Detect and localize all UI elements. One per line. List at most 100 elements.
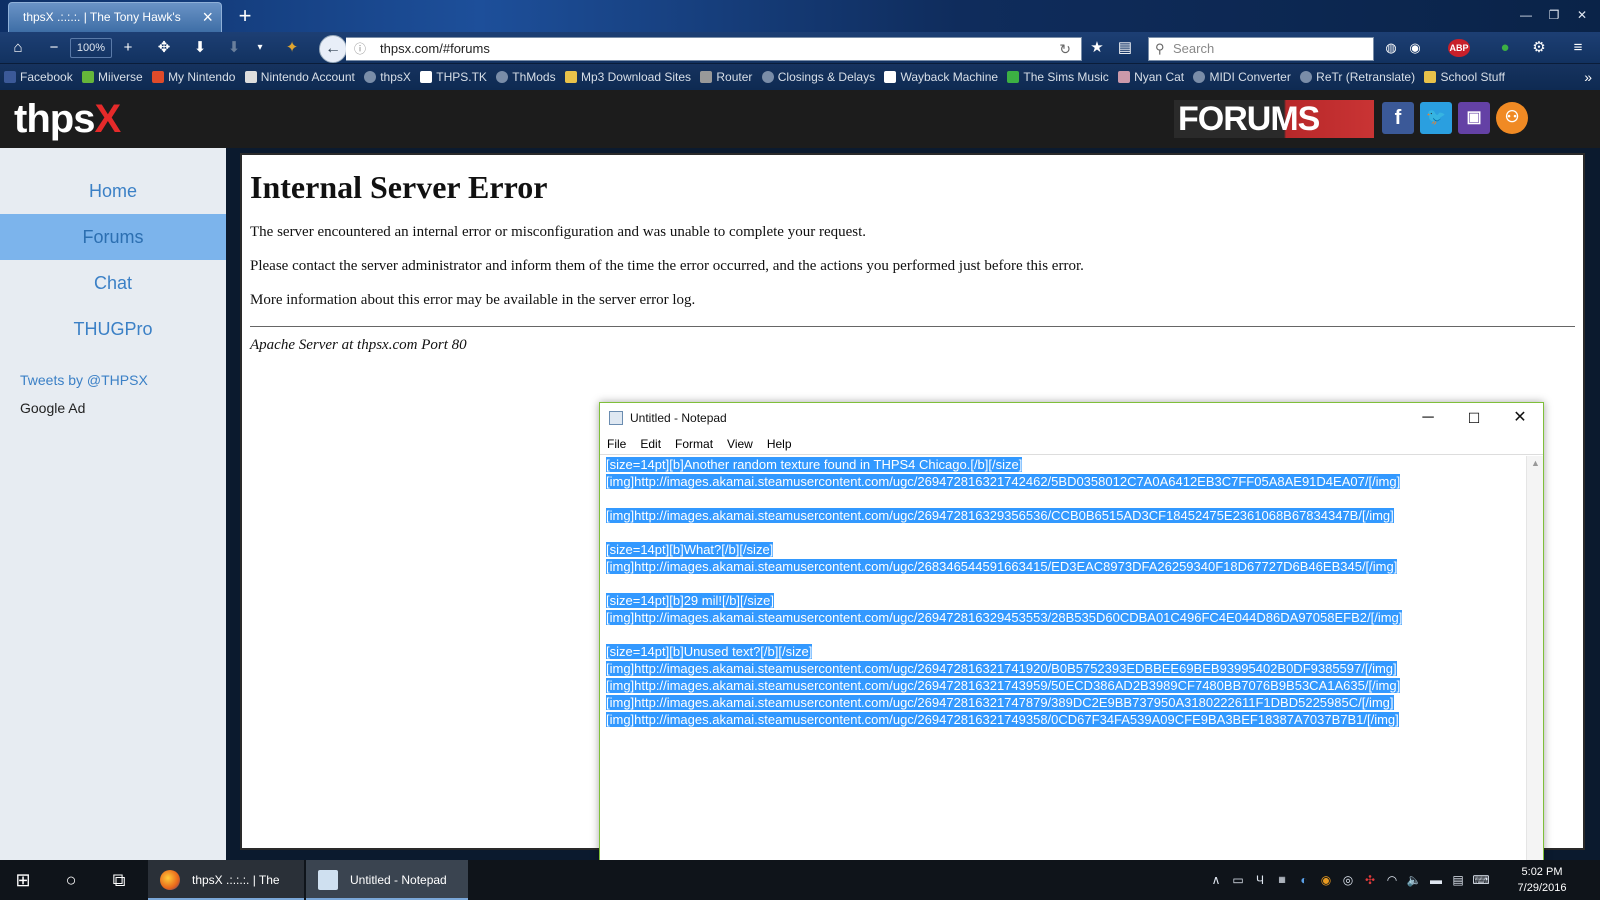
home-icon[interactable]: ⌂ bbox=[6, 36, 30, 60]
page-icon bbox=[244, 71, 257, 83]
facebook-icon bbox=[4, 71, 16, 83]
sidebar-item-chat[interactable]: Chat bbox=[0, 260, 226, 306]
bookmark-nintendo-account[interactable]: Nintendo Account bbox=[244, 64, 355, 90]
zoom-level[interactable]: 100% bbox=[70, 38, 112, 58]
bookmark-miiverse[interactable]: Miiverse bbox=[82, 64, 143, 90]
twitter-icon[interactable]: 🐦 bbox=[1420, 102, 1452, 134]
gear-icon[interactable]: ⚙ bbox=[1528, 36, 1550, 60]
sidebar-item-thugpro[interactable]: THUGPro bbox=[0, 306, 226, 352]
taskbar-clock[interactable]: 5:02 PM 7/29/2016 bbox=[1510, 864, 1574, 896]
origin-icon[interactable]: ◉ bbox=[1316, 860, 1336, 900]
group-icon[interactable]: ⚇ bbox=[1496, 102, 1528, 134]
steam-icon[interactable]: ◎ bbox=[1338, 860, 1358, 900]
app-icon[interactable]: ◐ bbox=[1294, 860, 1314, 900]
bookmark-retr[interactable]: ReTr (Retranslate) bbox=[1300, 64, 1415, 90]
notepad-icon bbox=[318, 870, 338, 890]
notepad-titlebar[interactable]: Untitled - Notepad bbox=[600, 403, 1543, 433]
error-title: Internal Server Error bbox=[250, 169, 548, 205]
text-line bbox=[606, 626, 1520, 643]
mario-icon bbox=[152, 71, 165, 83]
reader-view-icon[interactable]: ▤ bbox=[1112, 36, 1138, 60]
bookmark-school-stuff[interactable]: School Stuff bbox=[1424, 64, 1505, 90]
menu-view[interactable]: View bbox=[720, 433, 760, 455]
browser-tab-active[interactable]: thpsX .:.:.:. | The Tony Hawk's ... × bbox=[8, 2, 222, 32]
back-button[interactable]: ← bbox=[319, 35, 347, 63]
bookmark-midi-converter[interactable]: MIDI Converter bbox=[1193, 64, 1291, 90]
archive-icon bbox=[884, 71, 897, 83]
taskbar-notepad[interactable]: Untitled - Notepad bbox=[306, 860, 468, 900]
adblock-icon[interactable]: ABP bbox=[1448, 39, 1470, 57]
clock-date: 7/29/2016 bbox=[1517, 882, 1567, 894]
bookmark-thmods[interactable]: ThMods bbox=[496, 64, 556, 90]
sidebar-item-home[interactable]: Home bbox=[0, 168, 226, 214]
miiverse-icon bbox=[82, 71, 95, 83]
action-center-icon[interactable]: ▤ bbox=[1448, 860, 1468, 900]
fullscreen-icon[interactable]: ✥ bbox=[152, 36, 176, 60]
bookmark-wayback-machine[interactable]: Wayback Machine bbox=[884, 64, 998, 90]
chevron-down-icon[interactable]: ▾ bbox=[252, 36, 268, 60]
close-icon[interactable]: ✕ bbox=[1497, 403, 1543, 433]
bookmark-thpsx[interactable]: thpsX bbox=[364, 64, 411, 90]
menu-edit[interactable]: Edit bbox=[633, 433, 668, 455]
volume-icon[interactable]: 🔈 bbox=[1404, 860, 1424, 900]
vertical-scrollbar[interactable]: ▲ bbox=[1526, 456, 1543, 861]
sidebar-item-forums[interactable]: Forums bbox=[0, 214, 226, 260]
game-icon[interactable]: ✣ bbox=[1360, 860, 1380, 900]
text-line: [img]http://images.akamai.steamuserconte… bbox=[606, 661, 1397, 676]
bookmark-router[interactable]: Router bbox=[700, 64, 752, 90]
speed-icon[interactable]: ▦ bbox=[1272, 860, 1292, 900]
new-tab-button[interactable]: + bbox=[234, 2, 256, 30]
download-icon[interactable]: ⬇ bbox=[188, 36, 212, 60]
task-view-icon[interactable]: ⧉ bbox=[96, 860, 142, 900]
bookmark-sims-music[interactable]: The Sims Music bbox=[1007, 64, 1109, 90]
addon-icon[interactable]: ✦ bbox=[280, 36, 304, 60]
restore-icon[interactable]: ❐ bbox=[1540, 0, 1568, 30]
window-close-icon[interactable]: ✕ bbox=[1568, 0, 1596, 30]
globe-icon[interactable]: ◍ bbox=[1380, 36, 1402, 60]
wifi-icon[interactable]: ◠ bbox=[1382, 860, 1402, 900]
taskbar-firefox[interactable]: thpsX .:.:.:. | The To... bbox=[148, 860, 304, 900]
show-hidden-icons-icon[interactable]: ∧ bbox=[1206, 860, 1226, 900]
gamepad-icon[interactable]: ◉ bbox=[1404, 36, 1426, 60]
notepad-icon bbox=[609, 411, 623, 425]
ime-icon[interactable]: Ч bbox=[1250, 860, 1270, 900]
menu-format[interactable]: Format bbox=[668, 433, 720, 455]
bookmark-thps-tk[interactable]: THPS.TK bbox=[420, 64, 487, 90]
maximize-icon[interactable]: ☐ bbox=[1451, 403, 1497, 433]
battery-icon[interactable]: ▬ bbox=[1426, 860, 1446, 900]
cortana-icon[interactable]: ○ bbox=[48, 860, 94, 900]
menu-icon[interactable]: ≡ bbox=[1566, 36, 1590, 60]
zoom-out-button[interactable]: − bbox=[42, 36, 66, 60]
extension-icon[interactable]: ● bbox=[1494, 36, 1516, 60]
info-icon[interactable]: ⓘ bbox=[354, 38, 366, 60]
windows-start-icon[interactable]: ⊞ bbox=[0, 860, 46, 900]
bookmark-mp3-download-sites[interactable]: Mp3 Download Sites bbox=[564, 64, 691, 90]
bookmark-nyan-cat[interactable]: Nyan Cat bbox=[1118, 64, 1184, 90]
minimize-icon[interactable]: ─ bbox=[1405, 403, 1451, 433]
bookmark-star-icon[interactable]: ★ bbox=[1084, 36, 1110, 60]
menu-help[interactable]: Help bbox=[760, 433, 799, 455]
windows-taskbar: ⊞ ○ ⧉ thpsX .:.:.:. | The To... Untitled… bbox=[0, 860, 1600, 900]
tweets-link[interactable]: Tweets by @THPSX bbox=[20, 372, 148, 388]
bookmark-facebook[interactable]: Facebook bbox=[4, 64, 73, 90]
text-line: [img]http://images.akamai.steamuserconte… bbox=[606, 559, 1398, 574]
text-line: [size=14pt][b]What?[/b][/size] bbox=[606, 542, 774, 557]
url-bar[interactable]: ⓘ thpsx.com/#forums ↻ bbox=[346, 37, 1082, 61]
notepad-window[interactable]: Untitled - Notepad ─ ☐ ✕ File Edit Format V… bbox=[599, 402, 1544, 862]
menu-file[interactable]: File bbox=[600, 433, 633, 455]
bookmarks-overflow-icon[interactable]: » bbox=[1584, 64, 1592, 90]
search-input[interactable]: ⚲ Search bbox=[1148, 37, 1374, 61]
tab-close-icon[interactable]: × bbox=[202, 3, 213, 31]
twitch-icon[interactable]: ▣ bbox=[1458, 102, 1490, 134]
notepad-text-area[interactable]: [size=14pt][b]Another random texture fou… bbox=[606, 456, 1520, 861]
keyboard-icon[interactable]: ⌨ bbox=[1470, 860, 1492, 900]
reload-icon[interactable]: ↻ bbox=[1059, 38, 1071, 60]
zoom-in-button[interactable]: + bbox=[116, 36, 140, 60]
facebook-icon[interactable]: f bbox=[1382, 102, 1414, 134]
bookmark-my-nintendo[interactable]: My Nintendo bbox=[152, 64, 235, 90]
bookmark-closings-delays[interactable]: Closings & Delays bbox=[761, 64, 875, 90]
site-logo[interactable]: thpsX bbox=[14, 98, 121, 140]
scroll-up-icon[interactable]: ▲ bbox=[1531, 458, 1540, 468]
minimize-icon[interactable]: — bbox=[1512, 0, 1540, 30]
printer-icon[interactable]: ▭ bbox=[1228, 860, 1248, 900]
